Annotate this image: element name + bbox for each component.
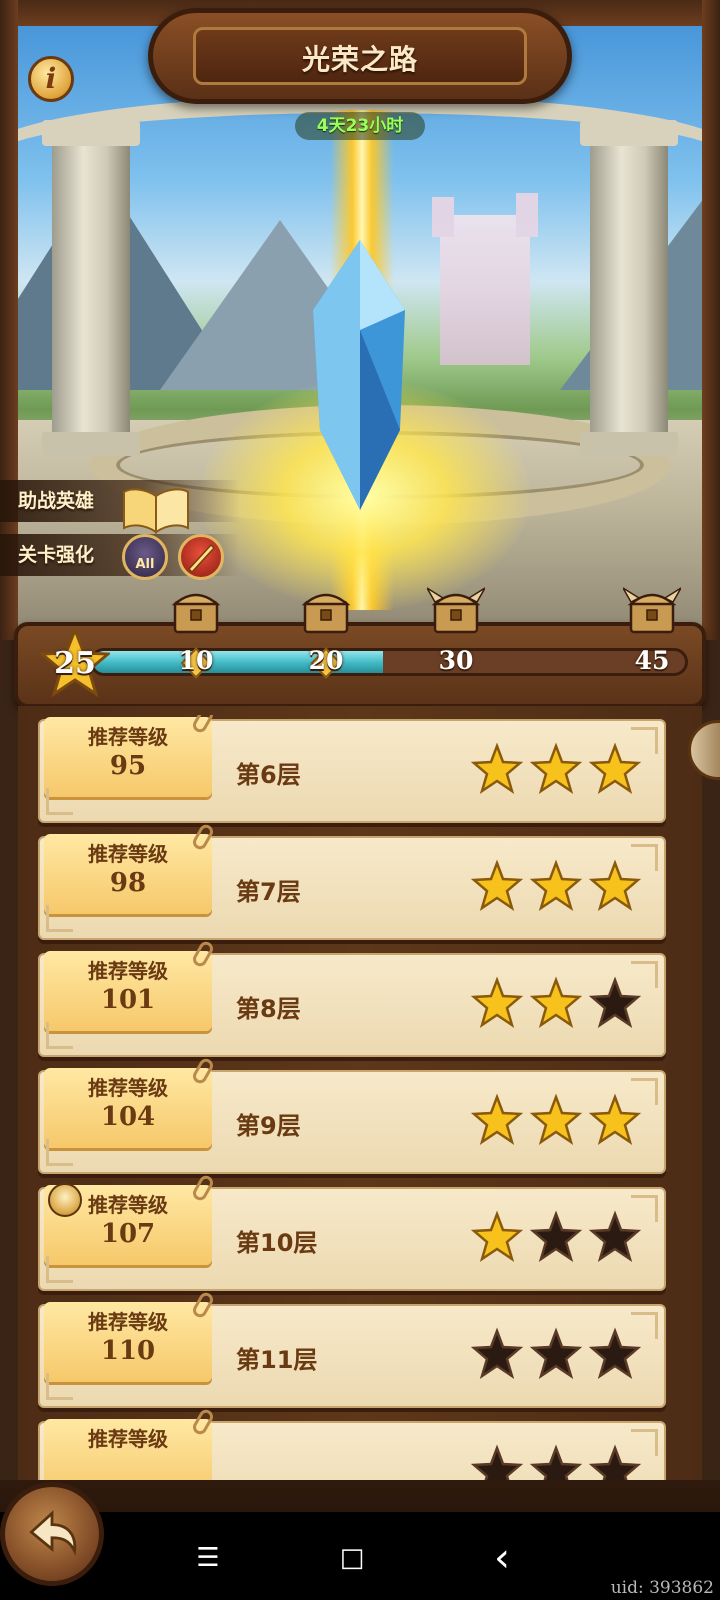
recommended-level-label: 推荐等级	[88, 1427, 168, 1451]
event-timer: 4天23小时	[295, 112, 425, 140]
star-earned-icon	[470, 742, 524, 794]
assist-heroes-label: 助战英雄	[18, 490, 95, 512]
floor-card[interactable]: 推荐等级 101 第8层	[38, 939, 666, 1057]
nav-menu-icon[interactable]: ☰	[188, 1538, 228, 1578]
assist-heroes-button[interactable]: 助战英雄	[0, 480, 240, 522]
stage-buff-label: 关卡强化	[18, 544, 95, 566]
page-title: 光荣之路	[301, 43, 418, 76]
star-empty-icon	[529, 1444, 583, 1480]
recommended-level-value: 107	[100, 1219, 156, 1249]
star-empty-icon	[470, 1444, 524, 1480]
star-earned-icon	[529, 1093, 583, 1145]
star-earned-icon	[529, 859, 583, 911]
milestone-label: 45	[634, 646, 670, 675]
crown-all-icon[interactable]: All	[122, 534, 168, 580]
star-earned-icon	[588, 742, 642, 794]
floor-name: 第10层	[236, 1229, 318, 1257]
boss-skull-icon	[48, 1183, 82, 1217]
floor-card[interactable]: 推荐等级 107 第10层	[38, 1173, 666, 1291]
reward-horned-chest-icon[interactable]	[623, 584, 681, 636]
star-earned-icon	[470, 1210, 524, 1262]
recommended-level-label: 推荐等级	[88, 1310, 168, 1334]
star-empty-icon	[588, 1327, 642, 1379]
floor-name: 第6层	[236, 761, 301, 789]
recommended-level-value: 110	[100, 1336, 156, 1366]
star-earned-icon	[470, 1093, 524, 1145]
star-empty-icon	[588, 976, 642, 1028]
recommended-level-label: 推荐等级	[88, 725, 168, 749]
recommended-level-value: 101	[100, 985, 156, 1015]
star-empty-icon	[529, 1210, 583, 1262]
recommended-level-tag: 推荐等级 98	[44, 822, 216, 914]
recommended-level-label: 推荐等级	[88, 842, 168, 866]
star-empty-icon	[470, 1327, 524, 1379]
floor-name: 第9层	[236, 1112, 301, 1140]
reward-chest-icon[interactable]	[297, 584, 355, 636]
floor-card[interactable]: 推荐等级 104 第9层	[38, 1056, 666, 1174]
floor-star-rating	[470, 742, 642, 794]
floor-star-rating	[470, 1093, 642, 1145]
reward-horned-chest-icon[interactable]	[427, 584, 485, 636]
recommended-level-tag: 推荐等级	[44, 1407, 216, 1480]
star-empty-icon	[529, 1327, 583, 1379]
star-empty-icon	[588, 1210, 642, 1262]
info-button[interactable]: i	[28, 56, 74, 102]
floor-star-rating	[470, 1210, 642, 1262]
floor-star-rating	[470, 859, 642, 911]
floor-name: 第11层	[236, 1346, 318, 1374]
recommended-level-tag: 推荐等级 104	[44, 1056, 216, 1148]
floor-star-rating	[470, 1444, 642, 1480]
recommended-level-tag: 推荐等级 107	[44, 1173, 216, 1265]
recommended-level-tag: 推荐等级 95	[44, 715, 216, 797]
recommended-level-value: 98	[109, 868, 147, 898]
crystal	[313, 240, 405, 510]
book-icon[interactable]	[122, 486, 190, 534]
sword-icon[interactable]	[178, 534, 224, 580]
floor-star-rating	[470, 1327, 642, 1379]
star-earned-icon	[529, 976, 583, 1028]
star-earned-icon	[470, 976, 524, 1028]
floor-name: 第7层	[236, 878, 301, 906]
floor-star-rating	[470, 976, 642, 1028]
recommended-level-tag: 推荐等级 110	[44, 1290, 216, 1382]
reward-chest-icon[interactable]	[167, 584, 225, 636]
recommended-level-value: 104	[100, 1102, 156, 1132]
floor-card[interactable]: 推荐等级	[38, 1407, 666, 1480]
user-id: uid: 393862	[610, 1578, 714, 1598]
recommended-level-tag: 推荐等级 101	[44, 939, 216, 1031]
star-earned-icon	[470, 859, 524, 911]
star-earned-icon	[588, 1093, 642, 1145]
nav-home-icon[interactable]: □	[332, 1538, 372, 1578]
recommended-level-value: 95	[109, 751, 147, 781]
milestone-label: 30	[438, 646, 474, 675]
nav-back-icon[interactable]: ‹	[482, 1538, 522, 1578]
milestone-label: 10	[178, 646, 214, 675]
floor-card[interactable]: 推荐等级 95 第6层	[38, 715, 666, 823]
star-empty-icon	[588, 1444, 642, 1480]
star-earned-icon	[588, 859, 642, 911]
back-button[interactable]	[0, 1482, 104, 1586]
floor-card[interactable]: 推荐等级 98 第7层	[38, 822, 666, 940]
floor-list[interactable]: 推荐等级 95 第6层 推荐等级 98 第7层 推荐等级 101 第8层 推荐等级 104 第9层 推荐…	[18, 715, 702, 1480]
back-arrow-icon	[29, 1510, 77, 1556]
floor-card[interactable]: 推荐等级 110 第11层	[38, 1290, 666, 1408]
star-earned-icon	[529, 742, 583, 794]
recommended-level-label: 推荐等级	[88, 1076, 168, 1100]
star-count: 25	[54, 646, 96, 681]
recommended-level-label: 推荐等级	[88, 959, 168, 983]
floor-name: 第8层	[236, 995, 301, 1023]
castle	[432, 193, 538, 365]
milestone-label: 20	[308, 646, 344, 675]
